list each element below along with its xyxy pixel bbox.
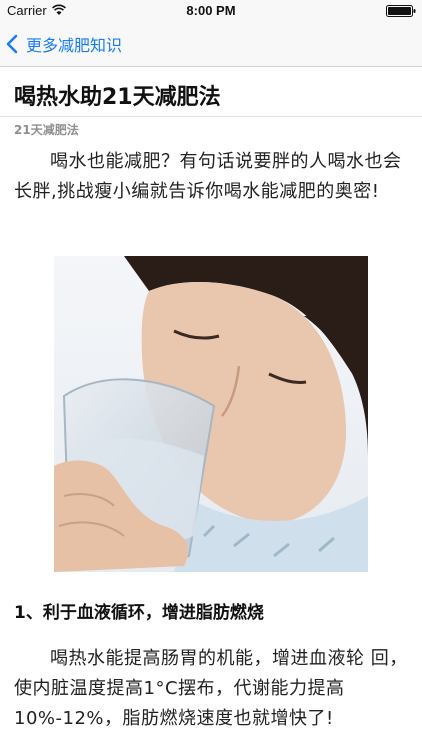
article-title: 喝热水助21天减肥法 xyxy=(14,85,221,110)
navigation-bar: 更多减肥知识 xyxy=(0,22,422,67)
back-button[interactable]: 更多减肥知识 xyxy=(6,22,122,66)
woman-drinking-water-image xyxy=(54,256,368,572)
status-bar: Carrier 8:00 PM xyxy=(0,0,422,22)
photo-illustration xyxy=(54,256,368,572)
intro-paragraph: 喝水也能减肥？有句话说要胖的人喝水也会长胖,挑战瘦小编就告诉你喝水能减肥的奥密! xyxy=(14,151,402,202)
back-button-label: 更多减肥知识 xyxy=(26,36,123,55)
status-time: 8:00 PM xyxy=(186,3,236,18)
section-heading: 1、利于血液循环，增进脂肪燃烧 xyxy=(14,603,264,623)
section-paragraph: 喝热水能提高肠胃的机能，增进血液轮 回，使内脏温度提高1°C摆布，代谢能力提高1… xyxy=(14,648,408,729)
article-source: 21天减肥法 xyxy=(14,123,79,137)
battery-icon xyxy=(386,5,416,17)
chevron-left-icon xyxy=(6,34,18,54)
title-divider xyxy=(0,116,422,117)
